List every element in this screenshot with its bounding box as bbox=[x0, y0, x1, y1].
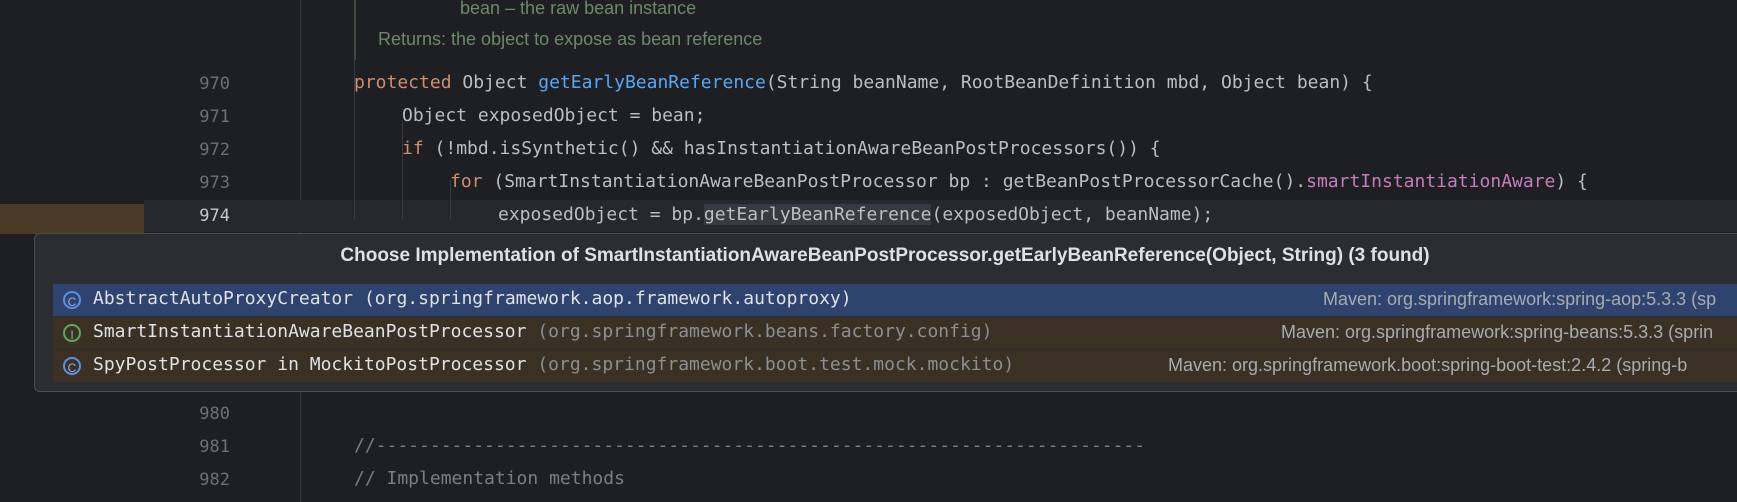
line-number: 970 bbox=[199, 74, 230, 94]
library-label: Maven: org.springframework:spring-aop:5.… bbox=[1323, 289, 1717, 309]
code-text: (!mbd.isSynthetic() && hasInstantiationA… bbox=[423, 138, 1161, 159]
line-number: 971 bbox=[199, 107, 230, 127]
code-line-981[interactable]: //--------------------------------------… bbox=[354, 435, 1145, 456]
code-line-971[interactable]: Object exposedObject = bean; bbox=[402, 105, 705, 126]
line-number: 982 bbox=[199, 470, 230, 490]
doc-comment-bar bbox=[354, 0, 356, 60]
interface-icon: I bbox=[63, 324, 81, 342]
implementation-name: AbstractAutoProxyCreator (org.springfram… bbox=[93, 288, 852, 309]
library-label: Maven: org.springframework:spring-beans:… bbox=[1281, 322, 1714, 342]
code-line-974[interactable]: exposedObject = bp.getEarlyBeanReference… bbox=[498, 204, 1213, 225]
highlighted-method-call[interactable]: getEarlyBeanReference bbox=[703, 204, 932, 225]
library-label: Maven: org.springframework.boot:spring-b… bbox=[1168, 355, 1688, 375]
method-name[interactable]: getEarlyBeanReference bbox=[538, 72, 766, 93]
code-line-973[interactable]: for (SmartInstantiationAwareBeanPostProc… bbox=[450, 171, 1588, 192]
implementation-item-selected[interactable]: C AbstractAutoProxyCreator (org.springfr… bbox=[53, 284, 1737, 316]
line-number-current: 974 bbox=[199, 206, 230, 226]
code-text: (exposedObject, beanName); bbox=[931, 204, 1214, 225]
line-number: 981 bbox=[199, 437, 230, 457]
keyword: for bbox=[450, 171, 483, 192]
package-name: (org.springframework.beans.factory.confi… bbox=[537, 321, 993, 342]
class-name: AbstractAutoProxyCreator bbox=[93, 288, 354, 309]
execution-point-marker bbox=[0, 204, 144, 234]
code-text: (String beanName, RootBeanDefinition mbd… bbox=[765, 72, 1373, 93]
code-line-982[interactable]: // Implementation methods bbox=[354, 468, 625, 489]
implementation-item[interactable]: C SpyPostProcessor in MockitoPostProcess… bbox=[53, 350, 1737, 382]
implementation-name: SpyPostProcessor in MockitoPostProcessor… bbox=[93, 354, 1014, 375]
popup-title: Choose Implementation of SmartInstantiat… bbox=[340, 245, 1430, 266]
code-line-972[interactable]: if (!mbd.isSynthetic() && hasInstantiati… bbox=[402, 138, 1161, 159]
class-name: SpyPostProcessor in MockitoPostProcessor bbox=[93, 354, 527, 375]
class-icon: C bbox=[63, 357, 81, 375]
line-number: 980 bbox=[199, 404, 230, 424]
implementation-name: SmartInstantiationAwareBeanPostProcessor… bbox=[93, 321, 992, 342]
doc-returns-line: Returns: the object to expose as bean re… bbox=[378, 29, 763, 49]
keyword: if bbox=[402, 138, 424, 159]
choose-implementation-popup[interactable]: Choose Implementation of SmartInstantiat… bbox=[34, 233, 1737, 392]
line-number: 972 bbox=[199, 140, 230, 160]
code-text: Object bbox=[451, 72, 539, 93]
line-number: 973 bbox=[199, 173, 230, 193]
code-text: ) { bbox=[1555, 171, 1588, 192]
implementation-item[interactable]: I SmartInstantiationAwareBeanPostProcess… bbox=[53, 317, 1737, 349]
code-text: exposedObject = bp. bbox=[498, 204, 704, 225]
code-line-970[interactable]: protected Object getEarlyBeanReference(S… bbox=[354, 72, 1373, 93]
field-reference[interactable]: smartInstantiationAware bbox=[1306, 171, 1555, 192]
package-name: (org.springframework.aop.framework.autop… bbox=[363, 288, 852, 309]
code-text: (SmartInstantiationAwareBeanPostProcesso… bbox=[482, 171, 1307, 192]
indent-guide bbox=[402, 120, 403, 220]
class-name: SmartInstantiationAwareBeanPostProcessor bbox=[93, 321, 527, 342]
keyword: protected bbox=[354, 72, 452, 93]
doc-param-line: bean – the raw bean instance bbox=[460, 0, 697, 18]
class-icon: C bbox=[63, 291, 81, 309]
package-name: (org.springframework.boot.test.mock.mock… bbox=[537, 354, 1015, 375]
